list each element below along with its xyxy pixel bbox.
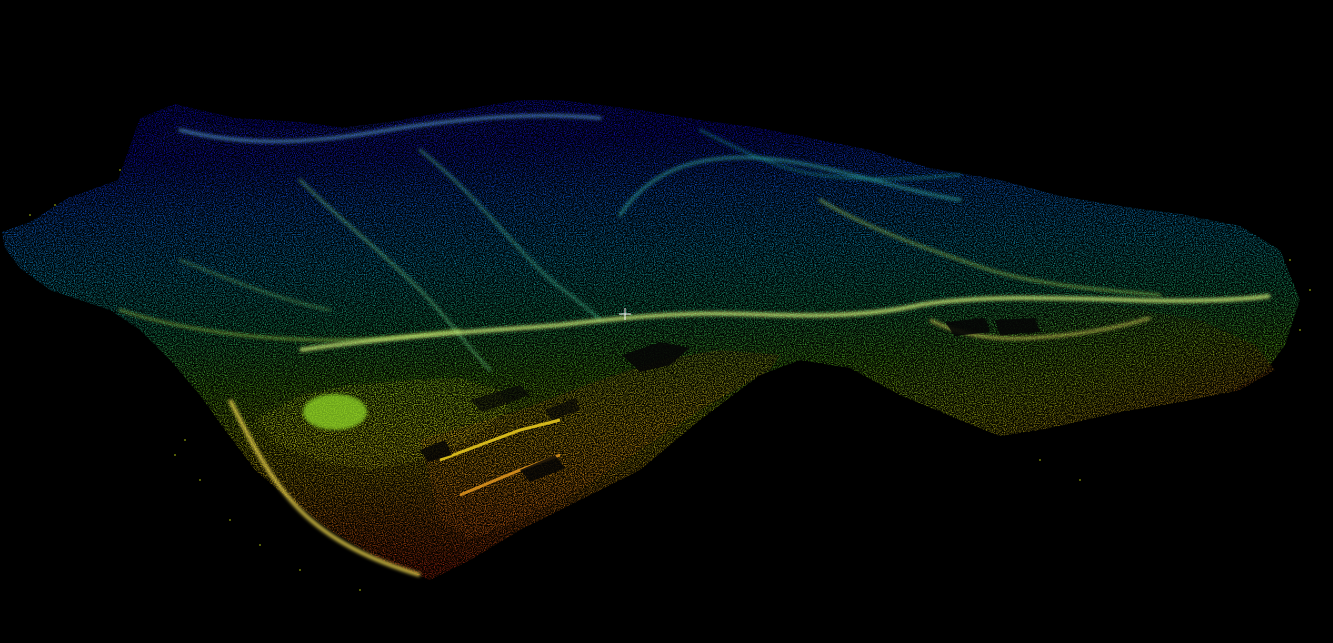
stockpile <box>303 394 367 430</box>
pit-east-2 <box>995 318 1040 335</box>
point-cloud-render <box>2 100 1311 591</box>
point-cloud-viewport[interactable] <box>0 0 1333 643</box>
terrain-surface <box>2 100 1300 580</box>
